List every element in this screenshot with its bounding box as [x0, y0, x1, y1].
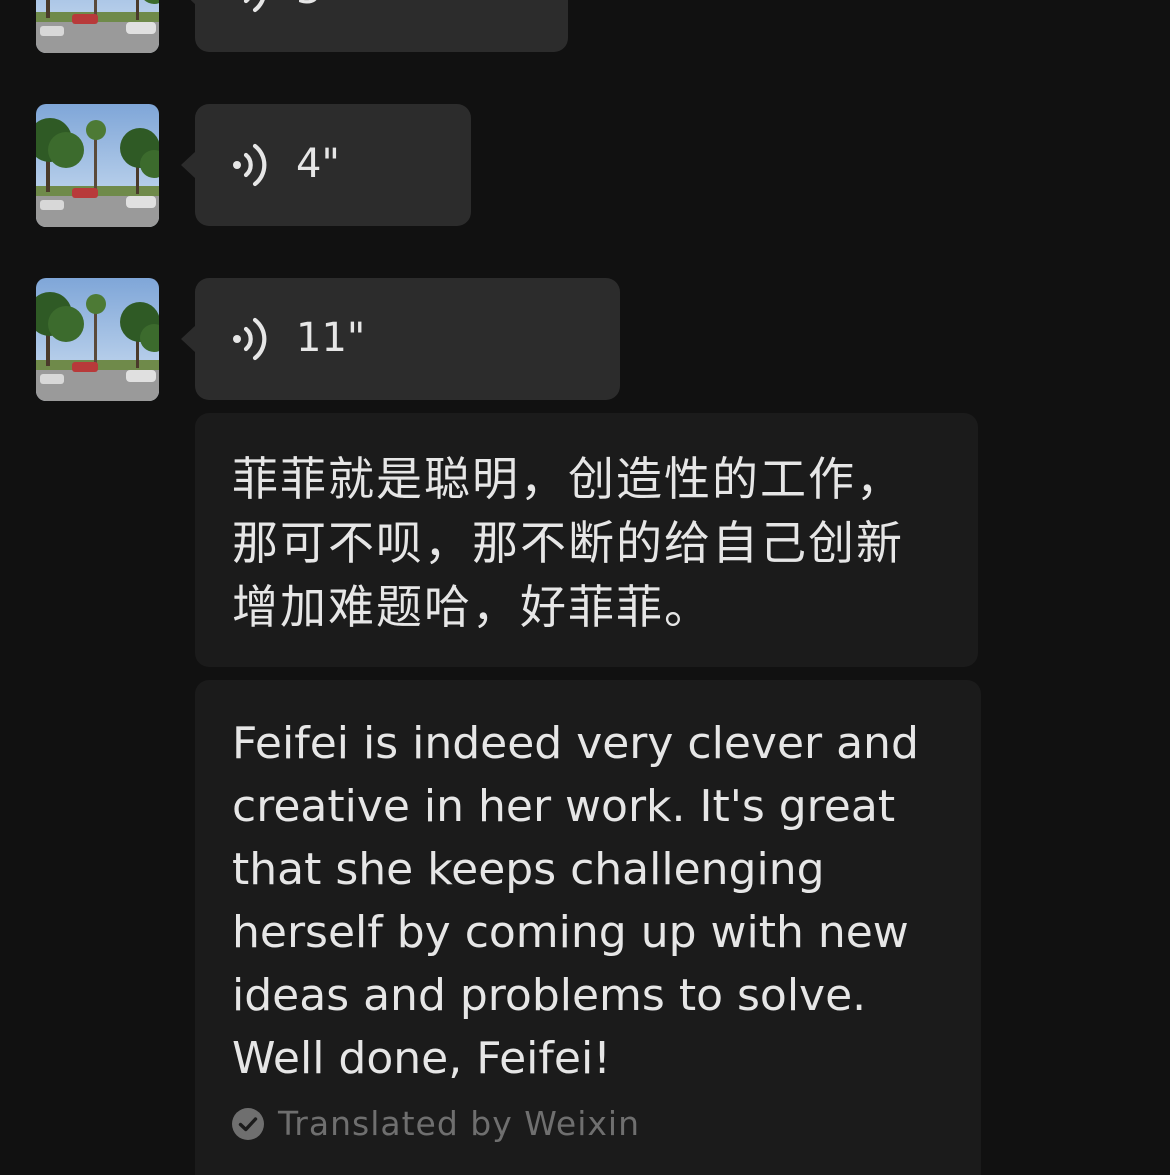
voice-wave-icon [229, 141, 273, 189]
translation-text: Feifei is indeed very clever and creativ… [232, 718, 919, 1084]
check-circle-icon [231, 1107, 265, 1141]
attribution-label: Translated by Weixin [278, 1104, 641, 1143]
voice-duration: 4" [296, 141, 340, 188]
voice-message-bubble[interactable]: 11" [181, 278, 620, 400]
contact-avatar[interactable] [36, 104, 159, 227]
contact-avatar[interactable] [36, 0, 159, 53]
voice-message-bubble[interactable]: 4" [181, 104, 471, 226]
voice-duration: 3" [296, 0, 340, 10]
translation-panel[interactable]: Feifei is indeed very clever and creativ… [195, 680, 981, 1175]
bubble-tail [181, 0, 196, 5]
translation-attribution: Translated by Weixin [231, 1104, 640, 1143]
transcription-text: 菲菲就是聪明，创造性的工作， 那可不呗，那不断的给自己创新 增加难题哈，好菲菲。 [232, 452, 904, 634]
voice-duration: 11" [296, 315, 366, 362]
transcription-panel[interactable]: 菲菲就是聪明，创造性的工作， 那可不呗，那不断的给自己创新 增加难题哈，好菲菲。 [195, 413, 978, 667]
bubble-tail [181, 325, 196, 353]
contact-avatar[interactable] [36, 278, 159, 401]
bubble-tail [181, 151, 196, 179]
voice-wave-icon [229, 0, 273, 15]
voice-message-bubble[interactable]: 3" [181, 0, 568, 52]
voice-wave-icon [229, 315, 273, 363]
